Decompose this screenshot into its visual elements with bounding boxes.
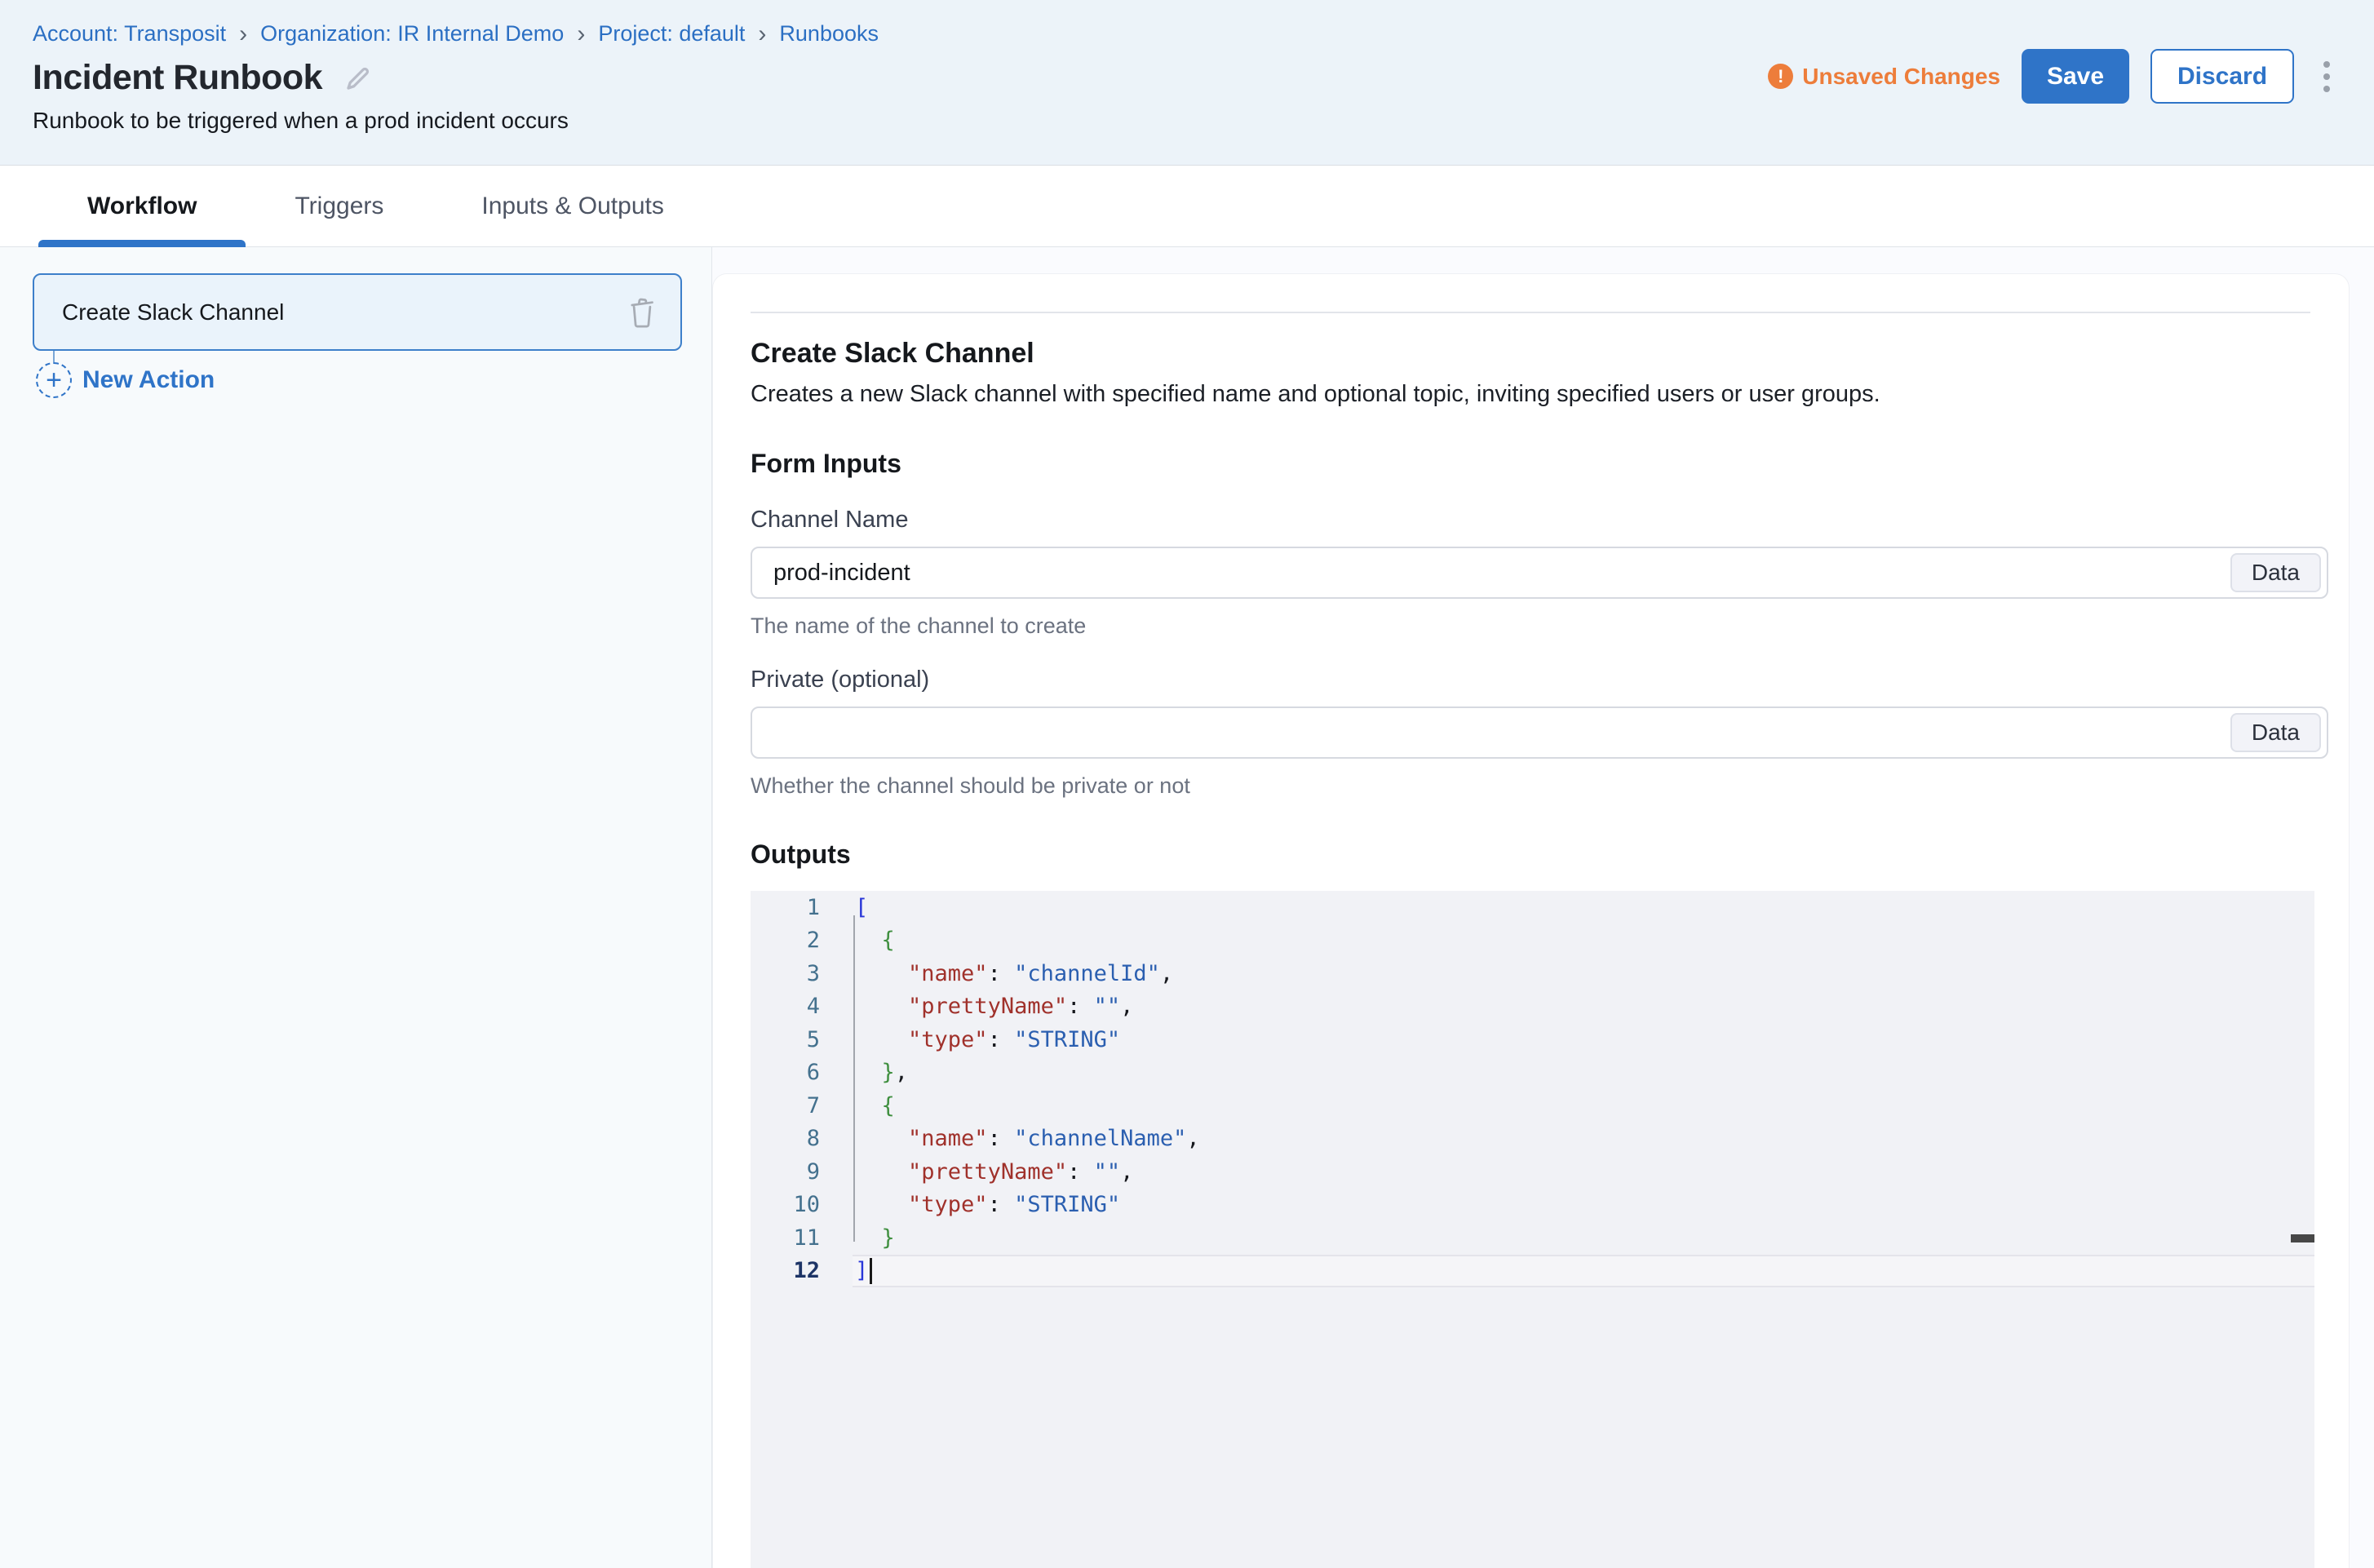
- breadcrumb-separator: ›: [758, 22, 766, 47]
- tab-workflow-label: Workflow: [87, 193, 197, 220]
- page-header: Account: Transposit › Organization: IR I…: [0, 0, 2374, 166]
- action-detail-area: Create Slack Channel Creates a new Slack…: [712, 247, 2374, 1568]
- editor-scrollbar-thumb[interactable]: [2291, 1234, 2314, 1242]
- panel-divider: [751, 312, 2310, 313]
- breadcrumb: Account: Transposit › Organization: IR I…: [33, 21, 2374, 47]
- code-line-8[interactable]: 8 "name": "channelName",: [751, 1123, 2328, 1156]
- delete-action-icon[interactable]: [628, 297, 656, 328]
- code-line-10[interactable]: 10 "type": "STRING": [751, 1189, 2328, 1222]
- page-title: Incident Runbook: [33, 58, 322, 98]
- editor-scrollbar-track[interactable]: [2314, 891, 2328, 1568]
- private-label: Private (optional): [751, 667, 2328, 693]
- code-line-5[interactable]: 5 "type": "STRING": [751, 1023, 2328, 1056]
- page-subtitle: Runbook to be triggered when a prod inci…: [33, 108, 2374, 134]
- discard-button[interactable]: Discard: [2150, 49, 2294, 104]
- private-input-wrap: Data: [751, 706, 2328, 759]
- indent-guide: [853, 915, 855, 1242]
- line-number: 9: [751, 1159, 820, 1185]
- active-tab-underline: [38, 240, 246, 247]
- private-data-button[interactable]: Data: [2230, 713, 2321, 752]
- line-number: 4: [751, 994, 820, 1019]
- line-number: 11: [751, 1225, 820, 1251]
- tab-triggers[interactable]: Triggers: [246, 166, 432, 246]
- breadcrumb-separator: ›: [239, 22, 247, 47]
- line-number: 10: [751, 1192, 820, 1217]
- plus-icon: +: [36, 362, 72, 398]
- line-number: 7: [751, 1093, 820, 1118]
- breadcrumb-organization-link[interactable]: Organization: IR Internal Demo: [260, 21, 564, 47]
- outputs-code-lines: 1[2 {3 "name": "channelId",4 "prettyName…: [751, 891, 2328, 1287]
- action-title: Create Slack Channel: [751, 338, 2328, 370]
- text-cursor: [870, 1258, 872, 1284]
- tab-triggers-label: Triggers: [295, 193, 383, 220]
- action-card-label: Create Slack Channel: [62, 299, 628, 326]
- unsaved-changes-label: Unsaved Changes: [1802, 64, 2000, 90]
- breadcrumb-project-link[interactable]: Project: default: [598, 21, 745, 47]
- tab-inputs-outputs[interactable]: Inputs & Outputs: [432, 166, 712, 246]
- code-line-1[interactable]: 1[: [751, 891, 2328, 924]
- code-line-9[interactable]: 9 "prettyName": "",: [751, 1155, 2328, 1189]
- channel-name-input[interactable]: [751, 547, 2328, 599]
- code-line-11[interactable]: 11 }: [751, 1221, 2328, 1255]
- code-line-2[interactable]: 2 {: [751, 924, 2328, 958]
- code-line-3[interactable]: 3 "name": "channelId",: [751, 957, 2328, 990]
- workflow-actions-panel: Create Slack Channel + New Action: [0, 247, 712, 1568]
- breadcrumb-separator: ›: [577, 22, 585, 47]
- line-number: 5: [751, 1027, 820, 1052]
- line-number: 6: [751, 1060, 820, 1085]
- more-options-button[interactable]: [2315, 56, 2338, 97]
- tab-workflow[interactable]: Workflow: [38, 166, 246, 246]
- code-line-4[interactable]: 4 "prettyName": "",: [751, 990, 2328, 1024]
- private-helper: Whether the channel should be private or…: [751, 773, 2328, 799]
- tab-bar: Workflow Triggers Inputs & Outputs: [0, 166, 2374, 247]
- code-line-12[interactable]: 12]: [751, 1255, 2328, 1288]
- code-line-6[interactable]: 6 },: [751, 1056, 2328, 1090]
- line-number: 12: [751, 1258, 820, 1283]
- save-button[interactable]: Save: [2022, 49, 2129, 104]
- outputs-heading: Outputs: [751, 839, 2328, 870]
- action-connector: [53, 351, 55, 362]
- action-detail-panel: Create Slack Channel Creates a new Slack…: [712, 273, 2350, 1568]
- outputs-code-editor[interactable]: 1[2 {3 "name": "channelId",4 "prettyName…: [751, 891, 2328, 1568]
- app-root: Account: Transposit › Organization: IR I…: [0, 0, 2374, 1568]
- line-number: 2: [751, 928, 820, 953]
- channel-name-data-button[interactable]: Data: [2230, 553, 2321, 592]
- tab-inputs-outputs-label: Inputs & Outputs: [481, 193, 663, 220]
- channel-name-input-wrap: Data: [751, 547, 2328, 599]
- code-line-7[interactable]: 7 {: [751, 1089, 2328, 1123]
- line-number: 1: [751, 895, 820, 920]
- channel-name-field: Channel Name Data The name of the channe…: [751, 507, 2328, 639]
- breadcrumb-runbooks-link[interactable]: Runbooks: [779, 21, 879, 47]
- content-area: Create Slack Channel + New Action Create…: [0, 247, 2374, 1568]
- unsaved-changes-badge: ! Unsaved Changes: [1768, 64, 2000, 90]
- header-actions: ! Unsaved Changes Save Discard: [1768, 49, 2338, 104]
- new-action-label: New Action: [82, 366, 215, 394]
- edit-title-icon[interactable]: [343, 64, 373, 93]
- private-input[interactable]: [751, 706, 2328, 759]
- action-description: Creates a new Slack channel with specifi…: [751, 381, 2328, 408]
- new-action-button[interactable]: + New Action: [36, 362, 682, 398]
- channel-name-label: Channel Name: [751, 507, 2328, 534]
- action-card-create-slack-channel[interactable]: Create Slack Channel: [33, 273, 682, 351]
- line-number: 8: [751, 1126, 820, 1151]
- private-field: Private (optional) Data Whether the chan…: [751, 667, 2328, 799]
- form-inputs-heading: Form Inputs: [751, 449, 2328, 479]
- line-number: 3: [751, 961, 820, 986]
- warning-icon: !: [1768, 64, 1793, 89]
- breadcrumb-account-link[interactable]: Account: Transposit: [33, 21, 226, 47]
- channel-name-helper: The name of the channel to create: [751, 613, 2328, 639]
